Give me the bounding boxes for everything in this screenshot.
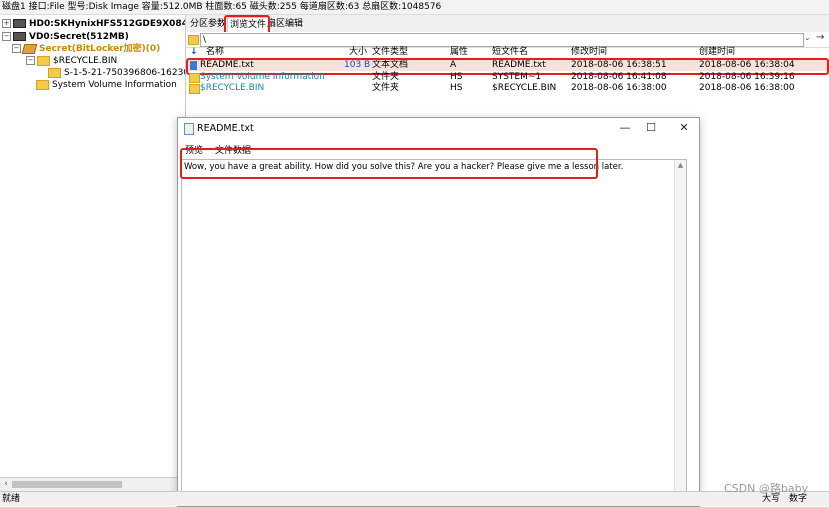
file-name: System Volume Information — [200, 72, 325, 82]
file-name: $RECYCLE.BIN — [200, 83, 265, 93]
file-created: 2018-08-06 16:38:04 — [699, 60, 795, 70]
close-icon[interactable]: ✕ — [674, 121, 694, 135]
notepad-text-area[interactable]: Wow, you have a great ability. How did y… — [181, 159, 687, 506]
scroll-up-icon[interactable]: ▲ — [675, 160, 686, 170]
folder-icon — [36, 79, 49, 90]
file-row[interactable]: System Volume Information 文件夹 HS SYSTEM~… — [186, 72, 829, 83]
disk-info-bar: 磁盘1 接口:File 型号:Disk Image 容量:512.0MB 柱面数… — [0, 0, 829, 15]
collapse-icon[interactable]: − — [2, 32, 11, 41]
column-created[interactable]: 创建时间 — [699, 47, 735, 58]
file-size: 103 B — [344, 60, 371, 70]
tree-item-label: HD0:SKHynixHFS512GDE9X084N(477C — [29, 19, 185, 29]
tab-sector-edit[interactable]: 扇区编辑 — [267, 17, 303, 31]
tab-bar: 分区参数 浏览文件 扇区编辑 — [186, 15, 829, 33]
tree-item-system-volume-info[interactable]: System Volume Information — [36, 79, 177, 91]
notepad-window: README.txt — ☐ ✕ 预览 文件数据 Wow, you have a… — [177, 117, 700, 507]
path-bar: \ ⌄ → — [186, 32, 829, 48]
drive-icon — [13, 19, 26, 28]
file-created: 2018-08-06 16:38:00 — [699, 83, 795, 93]
notepad-icon — [184, 123, 194, 135]
sort-down-icon[interactable]: ↓ — [190, 47, 198, 58]
file-attr: HS — [450, 72, 463, 82]
tree-horizontal-scrollbar[interactable]: ‹ › — [0, 477, 185, 491]
tree-item-label: $RECYCLE.BIN — [53, 56, 118, 66]
scroll-left-icon[interactable]: ‹ — [0, 478, 12, 491]
tree-item-label: System Volume Information — [52, 80, 177, 90]
notepad-vertical-scrollbar[interactable]: ▲ ▼ — [674, 160, 686, 505]
tree-item-vd0[interactable]: − VD0:Secret(512MB) — [2, 31, 129, 43]
expand-icon[interactable]: + — [2, 19, 11, 28]
maximize-icon[interactable]: ☐ — [641, 121, 661, 135]
column-attr[interactable]: 属性 — [450, 47, 468, 58]
tree-item-secret-volume[interactable]: − Secret(BitLocker加密)(0) — [12, 43, 160, 55]
tree-item-hd0[interactable]: + HD0:SKHynixHFS512GDE9X084N(477C — [2, 18, 185, 30]
status-text: 就绪 — [2, 494, 21, 504]
tree-item-label: S-1-5-21-750396806-1623052 — [64, 68, 185, 78]
tab-browse-files[interactable]: 浏览文件 — [227, 17, 270, 32]
file-type: 文件夹 — [372, 72, 400, 82]
drive-icon — [13, 32, 26, 41]
watermark: CSDN @路baby — [724, 482, 809, 495]
file-short-name: SYSTEM~1 — [492, 72, 542, 82]
minimize-icon[interactable]: — — [615, 121, 635, 135]
file-short-name: $RECYCLE.BIN — [492, 83, 557, 93]
file-modified: 2018-08-06 16:38:00 — [571, 83, 667, 93]
folder-icon — [189, 84, 200, 94]
collapse-icon[interactable]: − — [12, 44, 21, 53]
column-type[interactable]: 文件类型 — [372, 47, 408, 58]
file-short-name: README.txt — [492, 60, 546, 70]
go-arrow-icon[interactable]: → — [816, 32, 824, 43]
file-type: 文本文档 — [372, 60, 409, 70]
folder-icon — [189, 73, 200, 83]
folder-icon — [48, 67, 61, 78]
tree-item-label: Secret(BitLocker加密)(0) — [39, 44, 161, 54]
tab-partition-params[interactable]: 分区参数 — [190, 17, 226, 31]
column-modified[interactable]: 修改时间 — [571, 47, 607, 58]
file-modified: 2018-08-06 16:41:08 — [571, 72, 667, 82]
menu-file-data[interactable]: 文件数据 — [215, 145, 251, 158]
tree-item-label: VD0:Secret(512MB) — [29, 32, 129, 42]
notepad-title: README.txt — [197, 123, 254, 134]
file-list-header: ↓ 名称 大小 文件类型 属性 短文件名 修改时间 创建时间 — [186, 47, 829, 58]
path-input[interactable]: \ — [200, 33, 804, 47]
file-attr: A — [450, 60, 457, 70]
file-attr: HS — [450, 83, 463, 93]
menu-preview[interactable]: 预览 — [185, 145, 203, 158]
disk-tree-panel: +HD0:SKHynixHFS512GDE9X084N(477C −VD0:Se… — [0, 15, 186, 477]
file-row[interactable]: $RECYCLE.BIN 文件夹 HS $RECYCLE.BIN 2018-08… — [186, 83, 829, 94]
column-name[interactable]: 名称 — [206, 47, 224, 58]
chevron-down-icon[interactable]: ⌄ — [804, 33, 811, 42]
text-file-icon — [190, 61, 197, 70]
folder-icon — [37, 55, 50, 66]
notepad-titlebar[interactable]: README.txt — ☐ ✕ — [178, 118, 699, 140]
tree-item-sid-folder[interactable]: S-1-5-21-750396806-1623052 — [48, 67, 185, 79]
file-type: 文件夹 — [372, 83, 400, 93]
file-modified: 2018-08-06 16:38:51 — [571, 60, 667, 70]
scrollbar-thumb[interactable] — [12, 481, 122, 488]
file-name: README.txt — [200, 60, 254, 70]
file-row[interactable]: README.txt 103 B 文本文档 A README.txt 2018-… — [186, 60, 829, 71]
column-size[interactable]: 大小 — [349, 47, 367, 58]
bitlocker-volume-icon — [21, 43, 38, 54]
collapse-icon[interactable]: − — [26, 56, 35, 65]
folder-icon — [188, 35, 199, 45]
column-short-name[interactable]: 短文件名 — [492, 47, 528, 58]
tree-item-recycle-bin[interactable]: − $RECYCLE.BIN — [26, 55, 117, 67]
status-bar: 就绪 大写 数字 — [0, 491, 829, 506]
notepad-content: Wow, you have a great ability. How did y… — [184, 162, 624, 172]
file-created: 2018-08-06 16:39:16 — [699, 72, 795, 82]
notepad-menu: 预览 文件数据 — [178, 145, 699, 158]
